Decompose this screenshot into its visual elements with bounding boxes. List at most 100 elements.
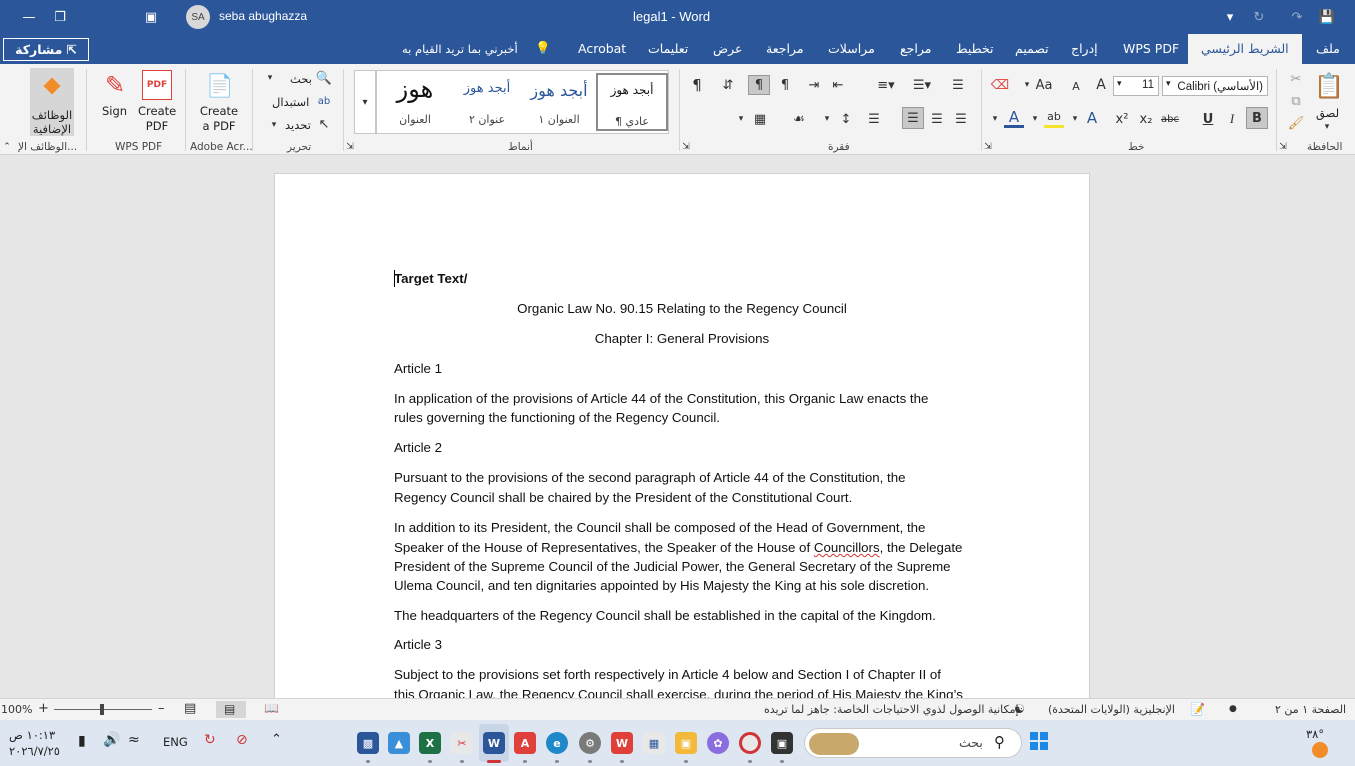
justify-icon[interactable]: ☰: [864, 109, 884, 129]
subscript-button[interactable]: x₂: [1136, 109, 1156, 129]
align-left-icon[interactable]: ☰: [951, 109, 971, 129]
tab-layout[interactable]: تخطيط: [956, 41, 993, 56]
font-size-select[interactable]: ▾ 11: [1113, 76, 1159, 96]
sync-icon[interactable]: ↻: [204, 732, 216, 748]
align-right-icon[interactable]: ☰: [902, 107, 924, 129]
restore-icon[interactable]: ❐: [50, 7, 70, 27]
app-icon-1[interactable]: ▩: [357, 732, 379, 754]
avatar[interactable]: SA: [186, 5, 210, 29]
dialog-launcher-icon[interactable]: ⇲: [345, 142, 355, 152]
superscript-button[interactable]: x²: [1112, 109, 1132, 129]
start-icon[interactable]: [1030, 732, 1048, 750]
tab-view[interactable]: عرض: [713, 41, 742, 56]
shrink-font-button[interactable]: A: [1068, 77, 1084, 95]
chevron-down-icon[interactable]: ▾: [1020, 75, 1034, 95]
page-count[interactable]: الصفحة ١ من ٢: [1275, 703, 1346, 716]
format-painter-icon[interactable]: 🖌: [1287, 114, 1305, 132]
style-normal[interactable]: أبجد هوز ¶ عادي: [596, 73, 668, 131]
zoom-in-icon[interactable]: +: [38, 701, 49, 716]
wifi-icon[interactable]: ≈: [128, 732, 140, 748]
chevron-down-icon[interactable]: ▾: [820, 109, 834, 129]
shading-icon[interactable]: ☙: [788, 109, 810, 129]
dialog-launcher-icon[interactable]: ⇲: [983, 142, 993, 152]
sort-icon[interactable]: ⇵: [717, 76, 739, 94]
security-icon[interactable]: ⊘: [236, 732, 248, 748]
align-center-icon[interactable]: ☰: [927, 109, 947, 129]
style-heading-2[interactable]: أبجد هوز عنوان ٢: [451, 73, 523, 131]
pilcrow-icon[interactable]: ¶: [688, 76, 706, 94]
accessibility-status[interactable]: إمكانية الوصول لذوي الاحتياجات الخاصة: ج…: [764, 703, 1019, 716]
language-status[interactable]: الإنجليزية (الولايات المتحدة): [1048, 703, 1175, 716]
chrome-icon[interactable]: [739, 732, 761, 754]
bold-button[interactable]: B: [1246, 107, 1268, 129]
tab-references[interactable]: مراجع: [900, 41, 931, 56]
acrobat-icon[interactable]: A: [514, 732, 536, 754]
cut-icon[interactable]: ✂: [1287, 70, 1305, 88]
underline-button[interactable]: U: [1198, 109, 1218, 129]
addins-button[interactable]: الوظائف الإضافية: [30, 68, 74, 136]
collapse-ribbon-icon[interactable]: ⌃: [2, 142, 12, 152]
styles-more-icon[interactable]: ▾: [354, 70, 376, 134]
find-button[interactable]: بحث: [290, 72, 312, 86]
sign-button[interactable]: Sign: [102, 104, 127, 118]
tab-home[interactable]: الشريط الرئيسي: [1188, 34, 1302, 64]
font-name-select[interactable]: ▾ Calibri (الأساسي): [1162, 76, 1268, 96]
highlight-icon[interactable]: ab: [1044, 108, 1064, 128]
strikethrough-button[interactable]: abc: [1158, 109, 1182, 129]
style-title[interactable]: هوز العنوان: [379, 73, 451, 131]
line-spacing-icon[interactable]: ↕: [836, 109, 856, 129]
wps-icon[interactable]: W: [611, 732, 633, 754]
italic-button[interactable]: I: [1222, 109, 1242, 129]
excel-icon[interactable]: X: [419, 732, 441, 754]
copy-icon[interactable]: ⧉: [1287, 92, 1305, 110]
tab-design[interactable]: تصميم: [1015, 41, 1049, 56]
bullets-icon[interactable]: ☰: [944, 75, 972, 95]
customize-toolbar-icon[interactable]: ▾: [1220, 7, 1240, 27]
clock-time[interactable]: ١٠:١٣ ص: [9, 728, 55, 742]
minimize-icon[interactable]: —: [19, 7, 39, 27]
document-page[interactable]: Target Text/ Organic Law No. 90.15 Relat…: [274, 173, 1090, 713]
undo-icon[interactable]: ↷: [1287, 7, 1307, 27]
tab-file[interactable]: ملف: [1316, 41, 1340, 56]
tell-me-search[interactable]: أخبرني بما تريد القيام به: [402, 42, 518, 56]
borders-icon[interactable]: ▦: [750, 109, 770, 129]
spelling-error[interactable]: Councillors: [814, 540, 880, 555]
font-color-icon[interactable]: A: [1004, 108, 1024, 128]
rtl-direction-icon[interactable]: ¶: [748, 75, 770, 95]
ribbon-display-icon[interactable]: ▣: [141, 7, 161, 27]
tab-help[interactable]: تعليمات: [648, 41, 688, 56]
clock-date[interactable]: ٢٠٢٦/٧/٢٥: [9, 744, 60, 758]
chevron-up-icon[interactable]: ⌃: [271, 732, 282, 747]
dialog-launcher-icon[interactable]: ⇲: [1278, 142, 1288, 152]
select-button[interactable]: تحديد: [285, 118, 311, 132]
increase-indent-icon[interactable]: ⇥: [804, 75, 824, 95]
chevron-down-icon[interactable]: ▾: [734, 109, 748, 129]
decrease-indent-icon[interactable]: ⇤: [828, 75, 848, 95]
create-a-pdf-button[interactable]: Create a PDF: [196, 104, 242, 134]
proofing-icon[interactable]: 📝: [1190, 702, 1205, 716]
battery-icon[interactable]: ▮: [78, 733, 86, 749]
photos-icon[interactable]: ▲: [388, 732, 410, 754]
print-layout-button[interactable]: ▤: [216, 701, 246, 718]
tab-review[interactable]: مراجعة: [766, 41, 804, 56]
grow-font-button[interactable]: A: [1092, 75, 1110, 95]
tab-mailings[interactable]: مراسلات: [828, 41, 875, 56]
focus-mode-icon[interactable]: ▤: [184, 701, 196, 716]
zoom-level[interactable]: 100%: [1, 703, 32, 716]
text-effects-icon[interactable]: A: [1082, 108, 1102, 128]
change-case-button[interactable]: Aa: [1034, 75, 1054, 95]
snipping-icon[interactable]: ✂: [451, 732, 473, 754]
taskbar-search[interactable]: بحث ⚲: [804, 728, 1022, 758]
clear-formatting-icon[interactable]: ⌫: [990, 75, 1010, 95]
tab-wps-pdf[interactable]: WPS PDF: [1123, 41, 1179, 56]
chevron-down-icon[interactable]: ▾: [1322, 122, 1332, 132]
share-button[interactable]: مشاركة ⇱: [3, 38, 89, 61]
app-icon-2[interactable]: ▦: [643, 732, 665, 754]
chevron-down-icon[interactable]: ▾: [1028, 109, 1042, 129]
chevron-down-icon[interactable]: ▾: [1068, 109, 1082, 129]
user-name[interactable]: seba abughazza: [219, 9, 307, 23]
file-explorer-icon[interactable]: ▣: [675, 732, 697, 754]
word-icon[interactable]: W: [483, 732, 505, 754]
replace-button[interactable]: استبدال: [272, 95, 309, 109]
tab-insert[interactable]: إدراج: [1071, 41, 1098, 56]
